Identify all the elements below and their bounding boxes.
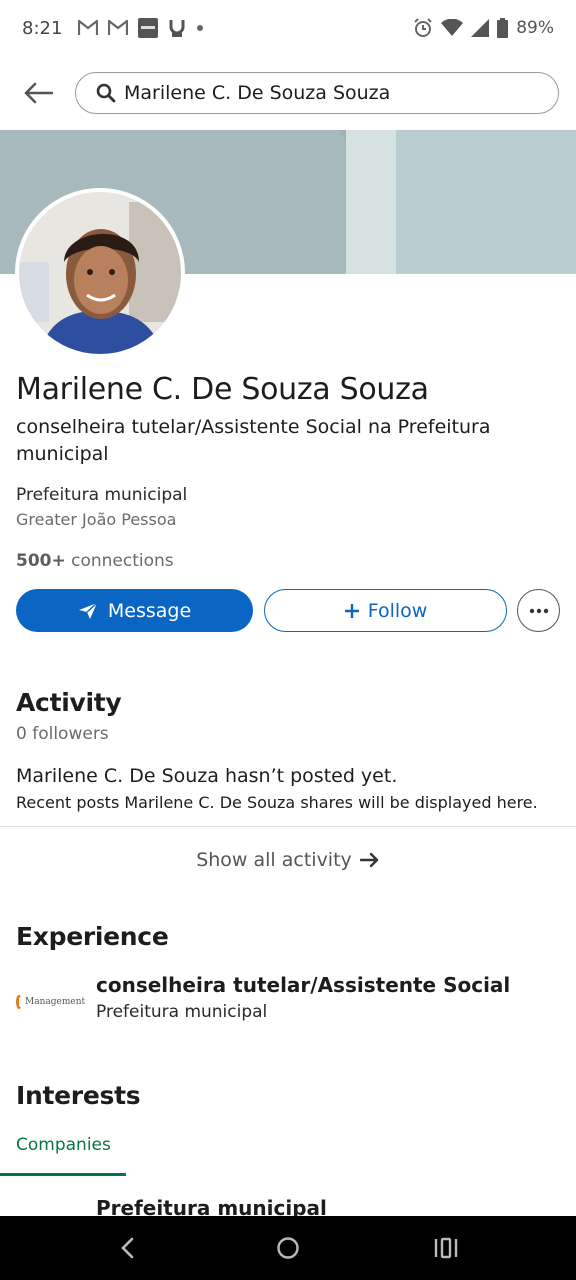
- show-all-activity-link[interactable]: Show all activity: [0, 842, 576, 878]
- more-options-button[interactable]: [517, 589, 560, 632]
- profile-connections[interactable]: 500+ connections: [16, 551, 174, 571]
- status-time: 8:21: [22, 17, 63, 39]
- profile-location: Greater João Pessoa: [16, 510, 177, 529]
- experience-company: Prefeitura municipal: [96, 1002, 268, 1022]
- profile-photo: [19, 192, 181, 354]
- nav-back-button[interactable]: [112, 1232, 144, 1264]
- chevron-left-icon: [121, 1237, 134, 1259]
- profile-name: Marilene C. De Souza Souza: [16, 372, 429, 407]
- divider: [0, 826, 576, 827]
- gmail-icon: [78, 20, 99, 36]
- home-circle-icon: [277, 1237, 299, 1259]
- activity-followers: 0 followers: [16, 724, 109, 744]
- logo-text: Management: [25, 997, 86, 1007]
- search-query: Marilene C. De Souza Souza: [124, 82, 391, 104]
- activity-title: Activity: [16, 688, 122, 717]
- app-icon: [168, 18, 186, 38]
- tab-companies[interactable]: Companies: [16, 1135, 111, 1155]
- follow-label: Follow: [367, 599, 428, 622]
- plus-icon: [344, 603, 359, 618]
- gmail-icon: [108, 20, 129, 36]
- avatar[interactable]: [15, 188, 185, 358]
- activity-empty-title: Marilene C. De Souza hasn’t posted yet.: [16, 765, 398, 787]
- search-icon: [96, 83, 116, 103]
- experience-title: Experience: [16, 922, 169, 951]
- show-all-label: Show all activity: [196, 849, 352, 871]
- alarm-icon: [413, 18, 433, 38]
- message-label: Message: [107, 599, 192, 622]
- send-icon: [78, 601, 98, 619]
- navigation-bar: [0, 1216, 576, 1280]
- battery-percent: 89%: [516, 18, 554, 38]
- wifi-icon: [441, 19, 464, 37]
- nav-home-button[interactable]: [272, 1232, 304, 1264]
- search-input[interactable]: Marilene C. De Souza Souza: [75, 72, 559, 114]
- news-app-icon: [138, 18, 159, 38]
- nav-recents-button[interactable]: [430, 1232, 462, 1264]
- search-header: Marilene C. De Souza Souza: [0, 56, 576, 130]
- dot-icon: [196, 24, 204, 32]
- battery-icon: [497, 18, 509, 38]
- experience-role[interactable]: conselheira tutelar/Assistente Social: [96, 973, 510, 997]
- arrow-right-icon: [359, 852, 378, 868]
- recents-icon: [434, 1237, 458, 1259]
- message-button[interactable]: Message: [16, 589, 253, 632]
- follow-button[interactable]: Follow: [264, 589, 507, 632]
- connections-count: 500+: [16, 551, 66, 571]
- profile-company[interactable]: Prefeitura municipal: [16, 485, 187, 505]
- connections-label: connections: [71, 551, 174, 571]
- logo-mark-icon: [16, 995, 22, 1009]
- more-icon: [529, 608, 548, 613]
- signal-icon: [471, 19, 490, 37]
- arrow-left-icon: [24, 82, 53, 104]
- interests-title: Interests: [16, 1081, 141, 1110]
- company-logo[interactable]: Management: [16, 990, 85, 1014]
- status-bar: 8:21 89%: [0, 0, 576, 56]
- back-button[interactable]: [0, 56, 76, 130]
- tab-underline: [0, 1173, 126, 1176]
- activity-empty-desc: Recent posts Marilene C. De Souza shares…: [16, 793, 538, 812]
- profile-headline: conselheira tutelar/Assistente Social na…: [16, 416, 491, 465]
